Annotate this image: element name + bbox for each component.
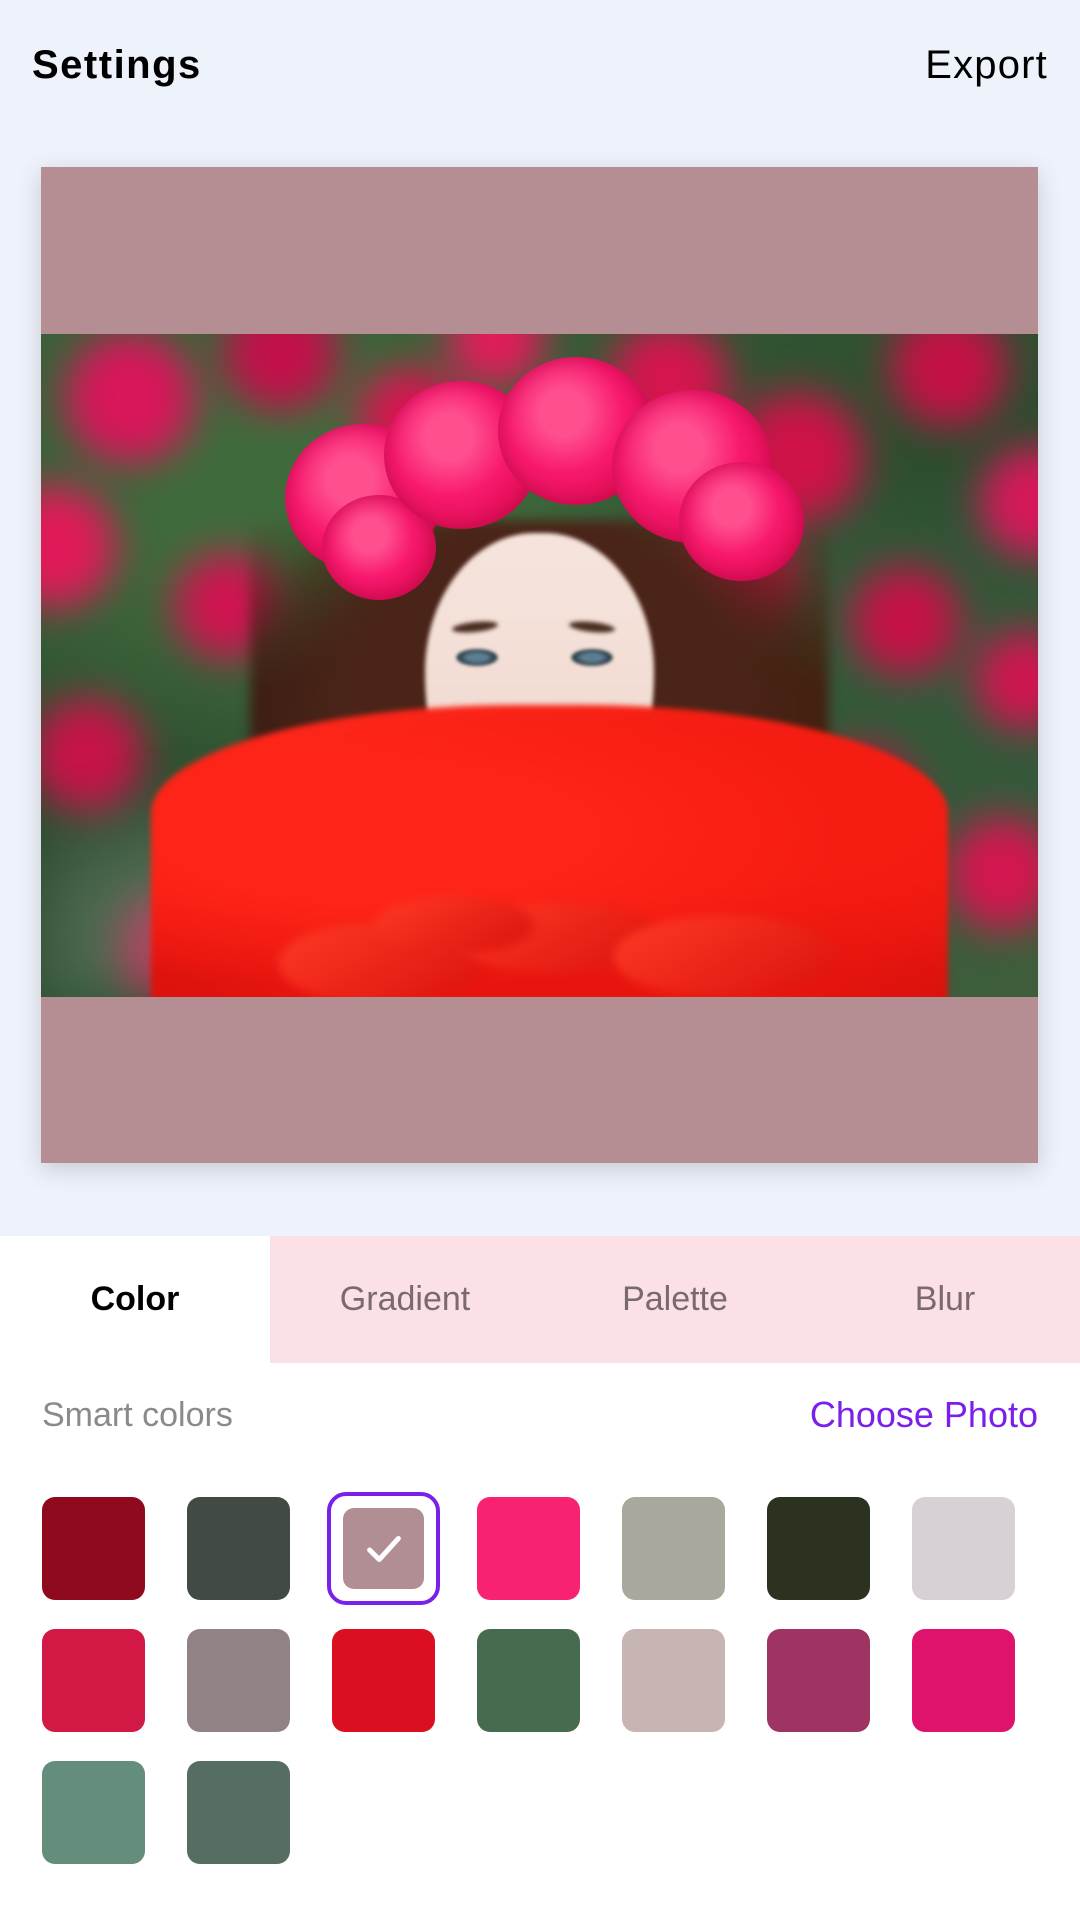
color-swatch[interactable] [767,1629,870,1732]
tab-palette[interactable]: Palette [540,1236,810,1363]
photo-editor-screen: Settings Export Color Gradient Palette B… [0,0,1080,1920]
swatch-cell-5[interactable] [767,1497,870,1600]
swatch-cell-7[interactable] [42,1629,145,1732]
color-swatch[interactable] [477,1629,580,1732]
color-swatch[interactable] [622,1629,725,1732]
swatch-cell-14[interactable] [42,1761,145,1864]
color-panel: Smart colors Choose Photo [0,1363,1080,1920]
subject-dress [150,705,949,997]
export-button[interactable]: Export [925,43,1048,88]
smart-colors-label: Smart colors [42,1395,233,1434]
swatch-cell-2[interactable] [327,1492,440,1605]
panel-header: Smart colors Choose Photo [0,1385,1080,1445]
color-swatch[interactable] [187,1761,290,1864]
swatch-cell-8[interactable] [187,1629,290,1732]
preview-area [0,130,1080,1236]
color-swatch[interactable] [912,1629,1015,1732]
color-swatch[interactable] [622,1497,725,1600]
header-bar: Settings Export [0,0,1080,130]
tab-blur[interactable]: Blur [810,1236,1080,1363]
color-swatch[interactable] [42,1497,145,1600]
color-swatch[interactable] [42,1629,145,1732]
swatch-cell-13[interactable] [912,1629,1015,1732]
color-swatch[interactable] [187,1629,290,1732]
choose-photo-button[interactable]: Choose Photo [810,1394,1038,1436]
swatch-cell-11[interactable] [622,1629,725,1732]
check-icon [366,1535,401,1562]
swatch-cell-15[interactable] [187,1761,290,1864]
color-swatch[interactable] [42,1761,145,1864]
rose-5 [679,461,804,582]
page-title: Settings [32,42,202,87]
swatch-cell-9[interactable] [332,1629,435,1732]
dress-ruffle-3 [613,915,837,997]
color-swatch[interactable] [477,1497,580,1600]
color-swatch[interactable] [187,1497,290,1600]
subject-eye-left [455,648,498,667]
preview-photo [41,334,1038,997]
swatch-cell-6[interactable] [912,1497,1015,1600]
swatch-cell-3[interactable] [477,1497,580,1600]
swatch-cell-4[interactable] [622,1497,725,1600]
image-canvas[interactable] [41,167,1038,1163]
swatch-cell-0[interactable] [42,1497,145,1600]
tab-gradient[interactable]: Gradient [270,1236,540,1363]
swatch-cell-1[interactable] [187,1497,290,1600]
color-swatch[interactable] [912,1497,1015,1600]
tab-color[interactable]: Color [0,1236,270,1363]
swatch-cell-10[interactable] [477,1629,580,1732]
color-swatch[interactable] [332,1629,435,1732]
flower-crown [280,347,804,601]
swatch-grid [42,1492,1042,1864]
swatch-cell-12[interactable] [767,1629,870,1732]
tab-bar: Color Gradient Palette Blur [0,1236,1080,1363]
color-swatch[interactable] [767,1497,870,1600]
dress-ruffle-4 [373,896,534,954]
